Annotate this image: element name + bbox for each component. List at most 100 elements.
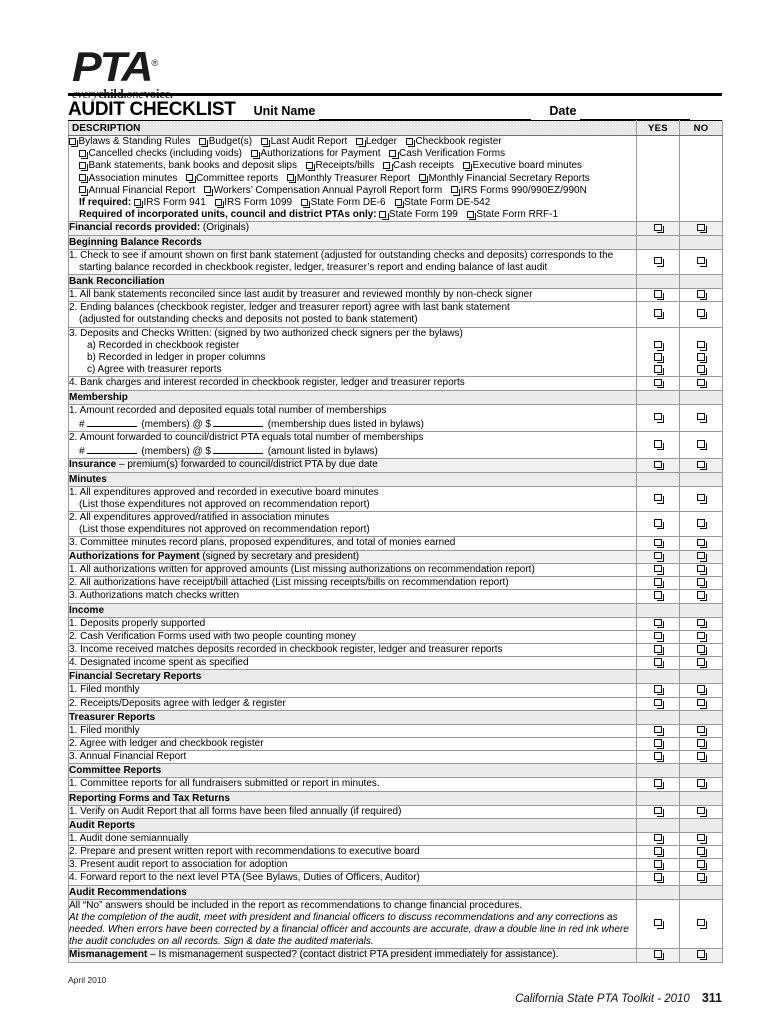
yes-checkbox-cell[interactable] [636, 339, 680, 353]
date-input[interactable] [580, 105, 691, 120]
record-option[interactable]: Monthly Financial Secretary Reports [419, 173, 590, 185]
if-required-option[interactable]: State Form DE-542 [394, 197, 490, 209]
no-checkbox[interactable] [697, 412, 707, 423]
yes-checkbox-cell[interactable] [636, 301, 680, 328]
yes-checkbox[interactable] [654, 873, 664, 883]
inline-checkbox[interactable] [186, 174, 196, 184]
members-count-input[interactable] [86, 417, 137, 427]
record-option[interactable]: Authorizations for Payment [250, 148, 380, 160]
record-option[interactable]: Executive board minutes [463, 160, 582, 172]
inline-checkbox[interactable] [451, 186, 461, 196]
yes-checkbox-cell[interactable] [636, 576, 680, 591]
record-option[interactable]: Monthly Treasurer Report [287, 173, 410, 185]
no-checkbox[interactable] [697, 950, 707, 960]
yes-checkbox-cell[interactable] [636, 288, 680, 303]
inline-checkbox[interactable] [69, 137, 79, 147]
yes-checkbox-cell[interactable] [636, 844, 680, 860]
no-checkbox-cell[interactable] [679, 750, 723, 765]
yes-checkbox-cell[interactable] [636, 656, 680, 671]
yes-checkbox-cell[interactable] [636, 221, 680, 236]
no-checkbox-cell[interactable] [679, 642, 723, 658]
no-checkbox[interactable] [697, 618, 707, 628]
no-checkbox-cell[interactable] [679, 549, 723, 564]
no-checkbox-cell[interactable] [679, 301, 723, 328]
dues-amount-input[interactable] [212, 444, 263, 455]
inline-checkbox[interactable] [79, 149, 89, 159]
inline-checkbox[interactable] [356, 137, 366, 147]
if-required-option[interactable]: IRS Form 1099 [214, 197, 292, 209]
no-checkbox-cell[interactable] [679, 248, 723, 276]
yes-checkbox-cell[interactable] [636, 642, 680, 658]
yes-checkbox[interactable] [654, 752, 664, 762]
inline-checkbox[interactable] [405, 137, 416, 147]
yes-checkbox[interactable] [654, 806, 664, 816]
yes-checkbox-cell[interactable] [636, 431, 680, 460]
no-checkbox-cell[interactable] [679, 723, 723, 738]
no-checkbox-cell[interactable] [679, 696, 723, 711]
no-checkbox-cell[interactable] [679, 288, 723, 303]
yes-checkbox[interactable] [654, 591, 664, 601]
no-checkbox-cell[interactable] [679, 364, 723, 378]
yes-checkbox[interactable] [654, 223, 664, 233]
yes-checkbox-cell[interactable] [636, 511, 680, 538]
inline-checkbox[interactable] [301, 198, 311, 208]
inline-checkbox[interactable] [214, 198, 224, 208]
yes-checkbox-cell[interactable] [636, 352, 680, 365]
no-checkbox-cell[interactable] [679, 576, 723, 591]
inline-checkbox[interactable] [383, 161, 393, 172]
record-option[interactable]: Cash receipts [383, 160, 454, 172]
no-checkbox[interactable] [697, 538, 707, 548]
no-checkbox[interactable] [697, 873, 707, 883]
yes-checkbox-cell[interactable] [636, 562, 680, 578]
no-checkbox[interactable] [697, 519, 707, 529]
inline-checkbox[interactable] [79, 161, 89, 172]
no-checkbox[interactable] [697, 698, 707, 708]
yes-checkbox-cell[interactable] [636, 549, 680, 564]
no-checkbox[interactable] [697, 739, 707, 749]
inline-checkbox[interactable] [199, 137, 209, 147]
yes-checkbox[interactable] [654, 860, 664, 870]
yes-checkbox-cell[interactable] [636, 831, 680, 846]
yes-checkbox[interactable] [654, 440, 664, 450]
yes-checkbox[interactable] [654, 519, 664, 529]
yes-checkbox[interactable] [654, 551, 664, 562]
yes-checkbox[interactable] [654, 256, 664, 267]
yes-checkbox[interactable] [654, 460, 664, 470]
no-checkbox-cell[interactable] [679, 616, 723, 631]
yes-checkbox-cell[interactable] [636, 696, 680, 711]
yes-checkbox[interactable] [654, 493, 664, 504]
no-checkbox[interactable] [697, 340, 707, 351]
yes-checkbox[interactable] [654, 365, 664, 375]
yes-checkbox-cell[interactable] [636, 948, 680, 963]
no-checkbox[interactable] [697, 860, 707, 870]
no-checkbox[interactable] [697, 440, 707, 450]
record-option[interactable]: Committee reports [186, 173, 278, 185]
yes-checkbox[interactable] [654, 698, 664, 708]
yes-checkbox[interactable] [654, 739, 664, 749]
inline-checkbox[interactable] [79, 186, 89, 196]
no-checkbox-cell[interactable] [679, 629, 723, 644]
no-checkbox[interactable] [697, 365, 707, 375]
no-checkbox-cell[interactable] [679, 403, 723, 433]
no-checkbox[interactable] [697, 591, 707, 601]
yes-checkbox-cell[interactable] [636, 629, 680, 644]
no-checkbox-cell[interactable] [679, 804, 723, 819]
no-checkbox-cell[interactable] [679, 339, 723, 353]
yes-checkbox[interactable] [654, 353, 664, 363]
record-option[interactable]: Checkbook register [405, 136, 502, 148]
no-checkbox[interactable] [697, 378, 707, 388]
yes-checkbox-cell[interactable] [636, 736, 680, 752]
yes-checkbox[interactable] [654, 412, 664, 423]
yes-checkbox[interactable] [654, 950, 664, 960]
yes-checkbox-cell[interactable] [636, 804, 680, 819]
no-checkbox[interactable] [697, 564, 707, 575]
no-checkbox-cell[interactable] [679, 589, 723, 604]
yes-checkbox-cell[interactable] [636, 871, 680, 886]
no-checkbox-cell[interactable] [679, 352, 723, 365]
yes-checkbox-cell[interactable] [636, 485, 680, 513]
no-checkbox-cell[interactable] [679, 948, 723, 963]
no-checkbox[interactable] [697, 290, 707, 300]
yes-checkbox[interactable] [654, 378, 664, 388]
no-checkbox[interactable] [697, 493, 707, 504]
no-checkbox[interactable] [697, 918, 707, 929]
